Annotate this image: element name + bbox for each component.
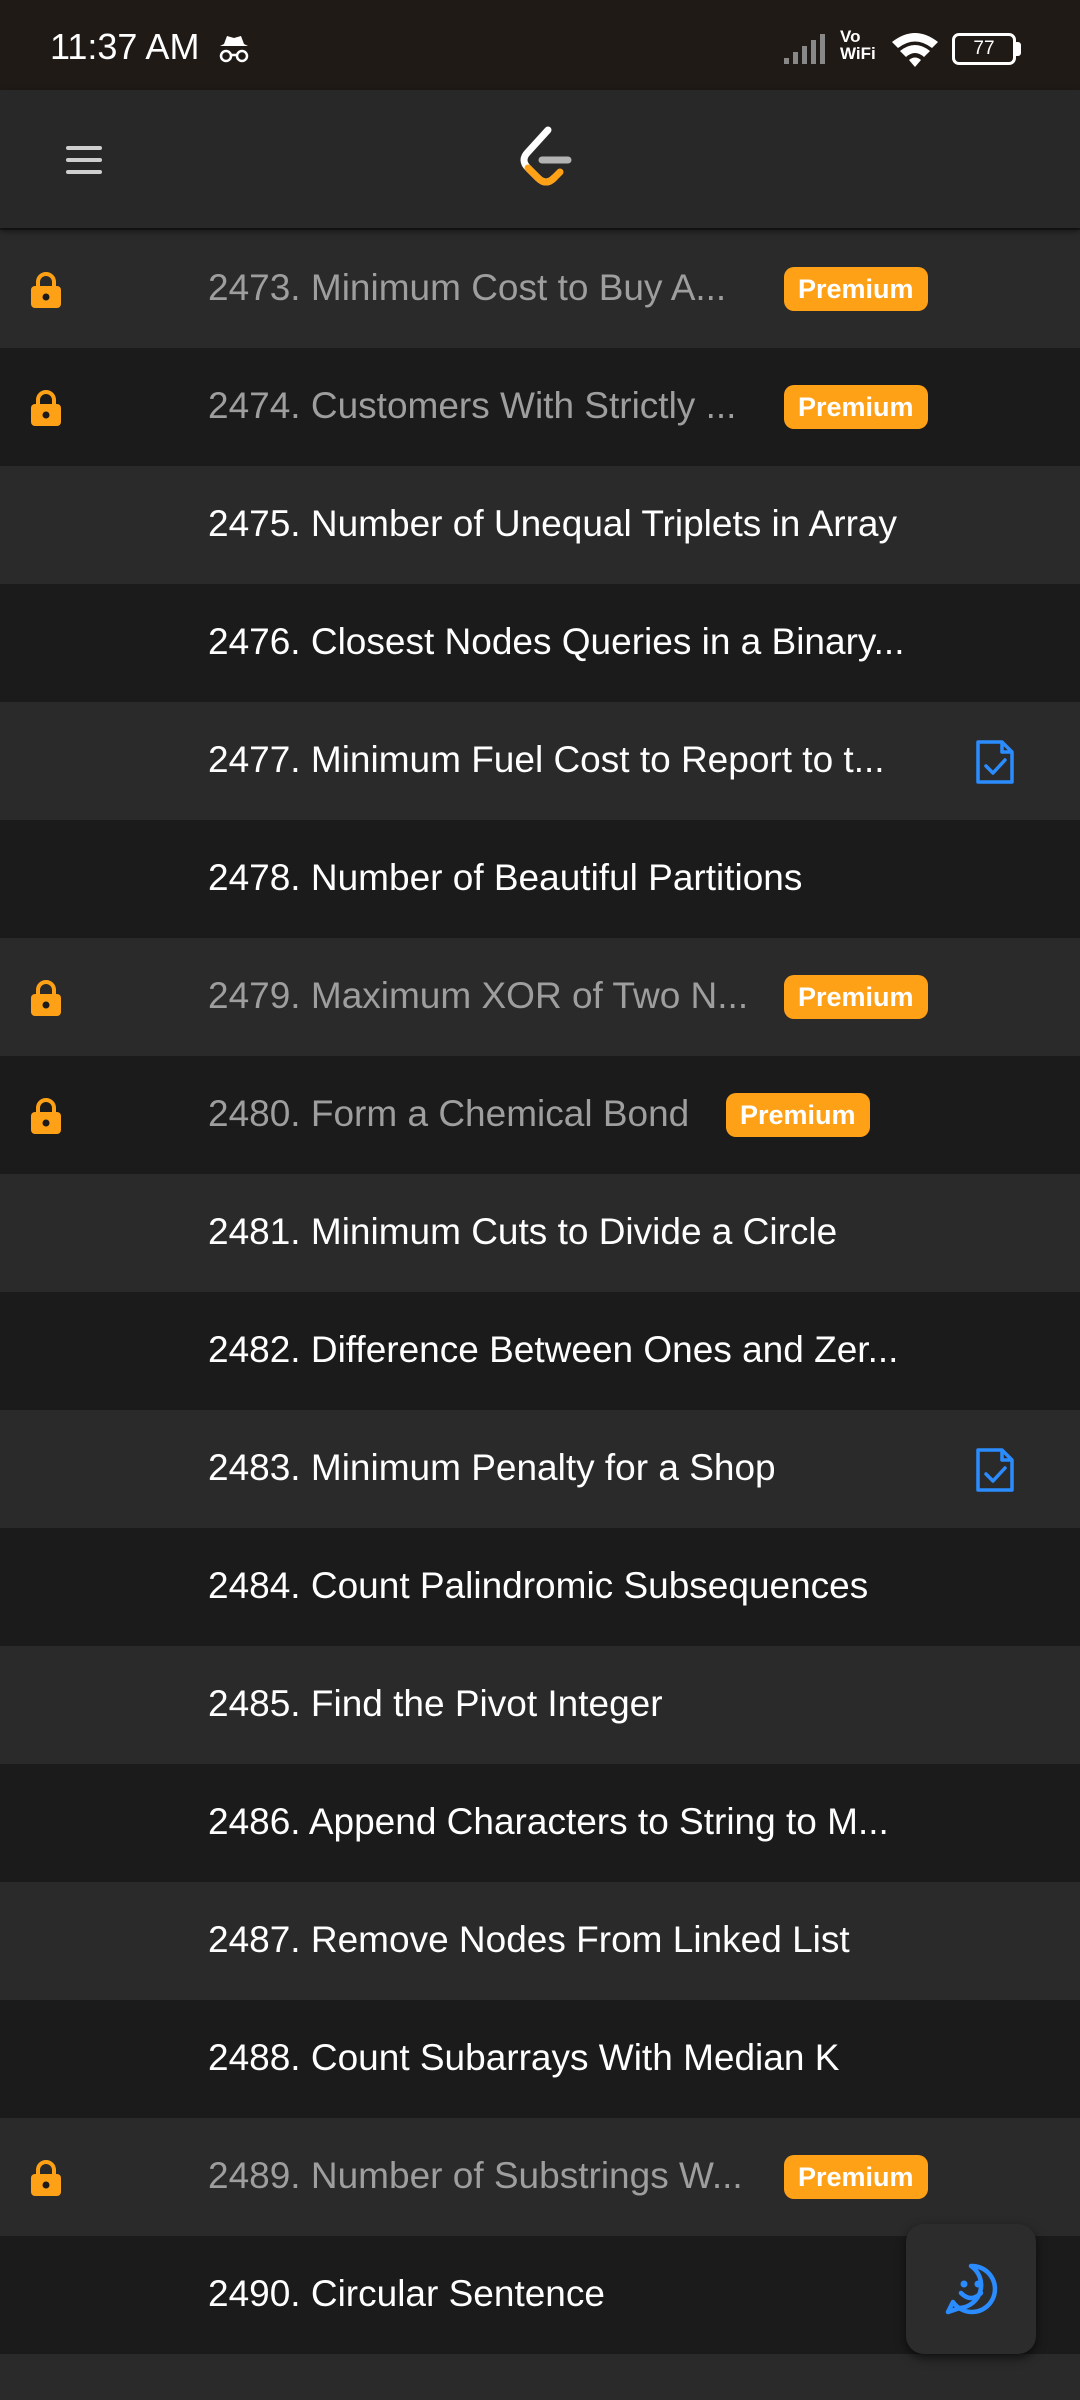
status-time: 11:37 AM <box>50 26 200 67</box>
problem-title: 2488. Count Subarrays With Median K <box>208 2037 840 2078</box>
problem-row[interactable]: 2487. Remove Nodes From Linked List <box>0 1882 1080 2000</box>
problem-row[interactable]: 2483. Minimum Penalty for a Shop <box>0 1410 1080 1528</box>
smiley-chat-icon <box>945 2263 998 2315</box>
app-header <box>0 90 1080 228</box>
wifi-icon <box>892 33 938 67</box>
signal-icon <box>784 34 825 64</box>
problem-list: 2473. Minimum Cost to Buy A... Premium 247… <box>0 230 1080 2400</box>
incognito-icon <box>219 36 249 63</box>
problem-title: 2478. Number of Beautiful Partitions <box>208 857 803 898</box>
problem-title: 2474. Customers With Strictly ... <box>208 385 737 426</box>
lock-icon <box>31 1098 61 1134</box>
problem-row[interactable]: 2478. Number of Beautiful Partitions <box>0 820 1080 938</box>
problem-row[interactable] <box>0 2354 1080 2400</box>
problem-title: 2481. Minimum Cuts to Divide a Circle <box>208 1211 838 1252</box>
problem-row[interactable]: 2475. Number of Unequal Triplets in Arra… <box>0 466 1080 584</box>
premium-badge: Premium <box>784 267 928 311</box>
problem-row[interactable]: 2473. Minimum Cost to Buy A... Premium <box>0 230 1080 348</box>
battery-level: 77 <box>952 33 1016 65</box>
problem-title: 2487. Remove Nodes From Linked List <box>208 1919 850 1960</box>
problem-row[interactable]: 2482. Difference Between Ones and Zer... <box>0 1292 1080 1410</box>
problem-title: 2483. Minimum Penalty for a Shop <box>208 1447 776 1488</box>
solution-doc-icon[interactable] <box>974 738 1016 786</box>
problem-row[interactable]: 2474. Customers With Strictly ... Premium <box>0 348 1080 466</box>
problem-row[interactable]: 2488. Count Subarrays With Median K <box>0 2000 1080 2118</box>
battery-icon: 77 <box>952 33 1022 65</box>
problem-row[interactable]: 2480. Form a Chemical Bond Premium <box>0 1056 1080 1174</box>
lock-icon <box>31 390 61 426</box>
problem-title: 2489. Number of Substrings W... <box>208 2155 743 2196</box>
problem-title: 2475. Number of Unequal Triplets in Arra… <box>208 503 897 544</box>
vowifi-bottom: WiFi <box>840 44 876 63</box>
status-bar: 11:37 AM Vo WiFi 77 <box>0 0 1080 90</box>
problem-row[interactable]: 2476. Closest Nodes Queries in a Binary.… <box>0 584 1080 702</box>
solution-doc-icon[interactable] <box>974 1446 1016 1494</box>
problem-title: 2477. Minimum Fuel Cost to Report to t..… <box>208 739 885 780</box>
problem-title: 2484. Count Palindromic Subsequences <box>208 1565 869 1606</box>
lock-icon <box>31 272 61 308</box>
premium-badge: Premium <box>784 2155 928 2199</box>
problem-row[interactable]: 2485. Find the Pivot Integer <box>0 1646 1080 1764</box>
problem-title: 2486. Append Characters to String to M..… <box>208 1801 889 1842</box>
problem-row[interactable]: 2489. Number of Substrings W... Premium <box>0 2118 1080 2236</box>
problem-row[interactable]: 2477. Minimum Fuel Cost to Report to t..… <box>0 702 1080 820</box>
problem-title: 2473. Minimum Cost to Buy A... <box>208 267 727 308</box>
premium-badge: Premium <box>726 1093 870 1137</box>
chat-button[interactable] <box>906 2224 1036 2354</box>
problem-title: 2485. Find the Pivot Integer <box>208 1683 663 1724</box>
problem-title: 2482. Difference Between Ones and Zer... <box>208 1329 899 1370</box>
problem-title: 2479. Maximum XOR of Two N... <box>208 975 749 1016</box>
premium-badge: Premium <box>784 975 928 1019</box>
problem-row[interactable]: 2481. Minimum Cuts to Divide a Circle <box>0 1174 1080 1292</box>
problem-title: 2490. Circular Sentence <box>208 2273 605 2314</box>
problem-row[interactable]: 2479. Maximum XOR of Two N... Premium <box>0 938 1080 1056</box>
vowifi-top: Vo <box>840 27 861 46</box>
problem-title: 2476. Closest Nodes Queries in a Binary.… <box>208 621 905 662</box>
premium-badge: Premium <box>784 385 928 429</box>
vowifi-indicator: Vo WiFi <box>840 28 876 62</box>
problem-row[interactable]: 2484. Count Palindromic Subsequences <box>0 1528 1080 1646</box>
hamburger-menu-icon[interactable] <box>56 134 112 184</box>
lock-icon <box>31 980 61 1016</box>
battery-nub <box>1016 42 1021 56</box>
lock-icon <box>31 2160 61 2196</box>
problem-title: 2480. Form a Chemical Bond <box>208 1093 690 1134</box>
leetcode-logo[interactable] <box>514 126 574 192</box>
problem-row[interactable]: 2486. Append Characters to String to M..… <box>0 1764 1080 1882</box>
